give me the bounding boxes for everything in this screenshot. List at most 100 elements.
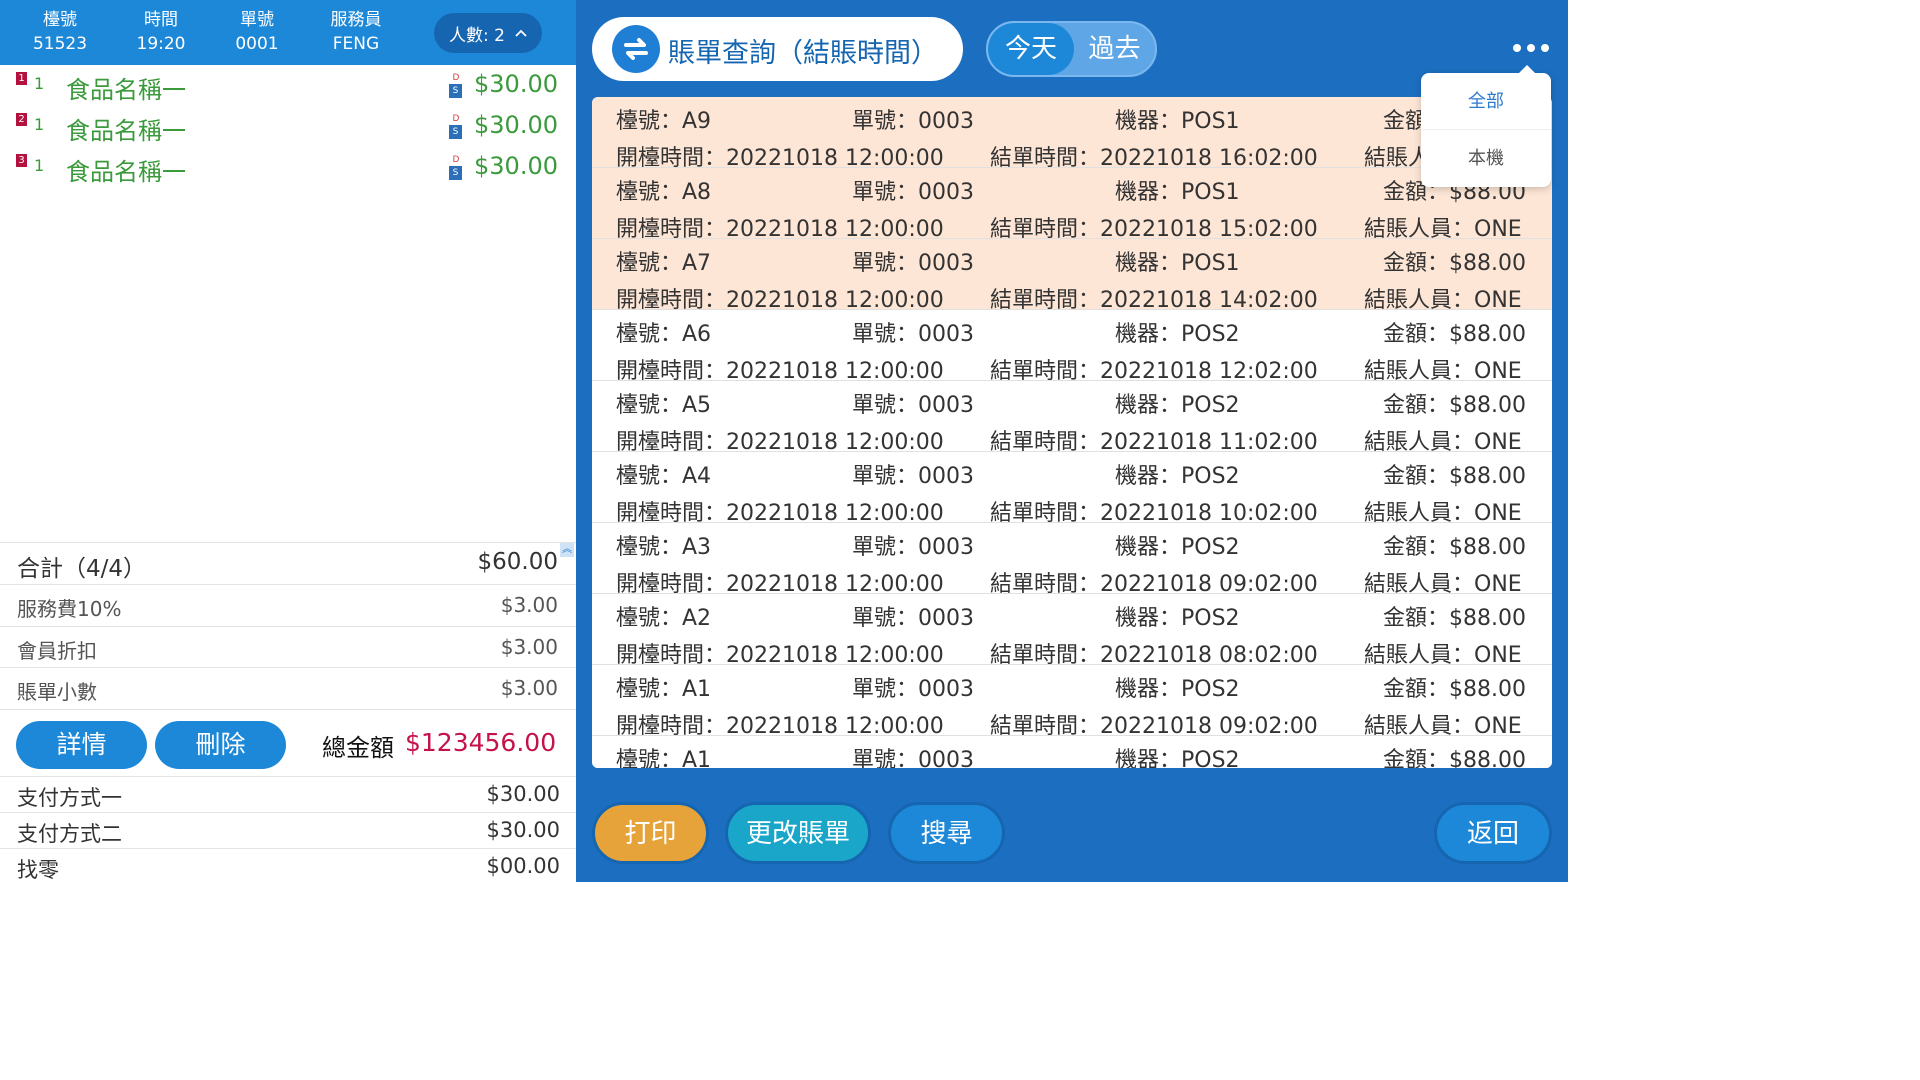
record-order: 單號：0003 <box>852 322 974 347</box>
subtotal-value: $60.00 <box>477 549 558 575</box>
record-table: 檯號：A3 <box>616 535 712 560</box>
record-order: 單號：0003 <box>852 109 974 134</box>
chevron-up-icon <box>515 29 527 37</box>
record-machine: 機器：POS2 <box>1115 748 1240 768</box>
swap-icon[interactable] <box>612 25 660 73</box>
table-label: 檯號 <box>43 10 77 30</box>
subtotal-label: 合計（4/4） <box>17 556 147 582</box>
payment-value: $30.00 <box>486 818 560 842</box>
bill-record-row[interactable]: 檯號：A7 單號：0003 機器：POS1 金額：$88.00 開檯時間：2022101… <box>592 239 1552 313</box>
record-amount: 金額：$88.00 <box>1383 322 1526 347</box>
record-table: 檯號：A5 <box>616 393 712 418</box>
item-price: $30.00 <box>474 152 558 180</box>
record-table: 檯號：A7 <box>616 251 712 276</box>
record-amount: 金額：$88.00 <box>1383 748 1526 768</box>
table-value: 51523 <box>32 34 88 54</box>
action-row: 詳情 刪除 總金額 $123456.00 <box>0 709 576 776</box>
title-pill[interactable]: 賬單查詢（結賬時間） <box>592 17 963 81</box>
list-item[interactable]: 3 1 食品名稱一 DS $30.00 <box>0 148 576 189</box>
record-amount: 金額：$88.00 <box>1383 393 1526 418</box>
record-order: 單號：0003 <box>852 180 974 205</box>
toggle-past[interactable]: 過去 <box>1074 23 1155 75</box>
people-count-button[interactable]: 人數: 2 <box>434 13 542 53</box>
dropdown-item-local[interactable]: 本機 <box>1421 130 1551 187</box>
record-order: 單號：0003 <box>852 748 974 768</box>
order-label: 單號 <box>240 10 274 30</box>
list-item[interactable]: 2 1 食品名稱一 DS $30.00 <box>0 107 576 148</box>
filter-dropdown: 全部 本機 <box>1421 65 1551 187</box>
ds-tag: DS <box>449 113 463 141</box>
order-value: 0001 <box>235 34 279 54</box>
record-machine: 機器：POS2 <box>1115 464 1240 489</box>
order-item-list: 1 1 食品名稱一 DS $30.00 2 1 食品名稱一 DS $30.00 … <box>0 66 576 189</box>
service-fee-label: 服務費10% <box>17 597 122 621</box>
record-amount: 金額：$88.00 <box>1383 535 1526 560</box>
order-header: 檯號 51523 時間 19:20 單號 0001 服務員 FENG 人數: 2 <box>0 0 576 65</box>
bill-record-row[interactable]: 檯號：A1 單號：0003 機器：POS2 金額：$88.00 開檯時間：2022101… <box>592 665 1552 739</box>
payment-label: 支付方式二 <box>17 822 122 846</box>
record-table: 檯號：A6 <box>616 322 712 347</box>
date-range-toggle[interactable]: 今天 過去 <box>986 21 1157 77</box>
discount-row: 會員折扣 $3.00 <box>0 626 576 667</box>
staff-label: 服務員 <box>330 10 382 30</box>
search-button[interactable]: 搜尋 <box>888 802 1005 864</box>
page-title: 賬單查詢（結賬時間） <box>668 38 938 69</box>
more-icon[interactable] <box>1511 38 1551 58</box>
toggle-today[interactable]: 今天 <box>988 23 1074 75</box>
bill-record-row[interactable]: 檯號：A1 單號：0003 機器：POS2 金額：$88.00 <box>592 736 1552 768</box>
subtotal-row: 合計（4/4） $60.00 <box>0 542 576 583</box>
modify-bill-button[interactable]: 更改賬單 <box>725 802 871 864</box>
bill-record-row[interactable]: 檯號：A9單號：0003機器：POS1金額：$88.00開檯時間：2022101… <box>592 97 1552 171</box>
payment-label: 支付方式一 <box>17 786 122 810</box>
item-qty: 1 <box>34 115 45 134</box>
tag-s: S <box>449 125 462 139</box>
record-table: 檯號：A2 <box>616 606 712 631</box>
record-order: 單號：0003 <box>852 251 974 276</box>
bill-record-row[interactable]: 檯號：A2 單號：0003 機器：POS2 金額：$88.00 開檯時間：2022101… <box>592 594 1552 668</box>
rounding-row: 賬單小數 $3.00 <box>0 667 576 708</box>
header-table: 檯號 51523 <box>15 8 105 56</box>
tag-d: D <box>452 155 460 165</box>
record-order: 單號：0003 <box>852 677 974 702</box>
details-button[interactable]: 詳情 <box>16 721 147 769</box>
record-table: 檯號：A4 <box>616 464 712 489</box>
back-button[interactable]: 返回 <box>1434 802 1552 864</box>
record-machine: 機器：POS1 <box>1115 180 1240 205</box>
record-machine: 機器：POS2 <box>1115 606 1240 631</box>
record-amount: 金額：$88.00 <box>1383 606 1526 631</box>
record-machine: 機器：POS1 <box>1115 109 1240 134</box>
order-panel: 檯號 51523 時間 19:20 單號 0001 服務員 FENG 人數: 2… <box>0 0 576 882</box>
change-label: 找零 <box>17 858 59 882</box>
rounding-label: 賬單小數 <box>17 680 97 704</box>
header-order: 單號 0001 <box>212 8 302 56</box>
record-table: 檯號：A1 <box>616 748 712 768</box>
grand-total-label: 總金額 <box>322 734 394 762</box>
bill-record-row[interactable]: 檯號：A8 單號：0003 機器：POS1 金額：$88.00 開檯時間：2022101… <box>592 168 1552 242</box>
delete-button[interactable]: 刪除 <box>155 721 286 769</box>
record-order: 單號：0003 <box>852 535 974 560</box>
item-name: 食品名稱一 <box>66 76 186 104</box>
rounding-value: $3.00 <box>500 676 558 700</box>
payment-value: $30.00 <box>486 782 560 806</box>
header-staff: 服務員 FENG <box>311 8 401 56</box>
record-machine: 機器：POS2 <box>1115 677 1240 702</box>
item-name: 食品名稱一 <box>66 117 186 145</box>
print-button[interactable]: 打印 <box>592 802 709 864</box>
record-amount: 金額：$88.00 <box>1383 677 1526 702</box>
discount-value: $3.00 <box>500 635 558 659</box>
dropdown-item-all[interactable]: 全部 <box>1421 73 1551 130</box>
bill-record-row[interactable]: 檯號：A3 單號：0003 機器：POS2 金額：$88.00 開檯時間：2022101… <box>592 523 1552 597</box>
bill-record-row[interactable]: 檯號：A4 單號：0003 機器：POS2 金額：$88.00 開檯時間：2022101… <box>592 452 1552 526</box>
people-count-label: 人數: 2 <box>449 25 505 46</box>
tag-d: D <box>452 73 460 83</box>
item-qty: 1 <box>34 74 45 93</box>
record-table: 檯號：A9 <box>616 109 712 134</box>
header-time: 時間 19:20 <box>116 8 206 56</box>
item-name: 食品名稱一 <box>66 158 186 186</box>
record-amount: 金額：$88.00 <box>1383 464 1526 489</box>
bill-record-row[interactable]: 檯號：A5 單號：0003 機器：POS2 金額：$88.00 開檯時間：2022101… <box>592 381 1552 455</box>
record-machine: 機器：POS2 <box>1115 535 1240 560</box>
bill-record-row[interactable]: 檯號：A6 單號：0003 機器：POS2 金額：$88.00 開檯時間：2022101… <box>592 310 1552 384</box>
list-item[interactable]: 1 1 食品名稱一 DS $30.00 <box>0 66 576 107</box>
item-price: $30.00 <box>474 70 558 98</box>
